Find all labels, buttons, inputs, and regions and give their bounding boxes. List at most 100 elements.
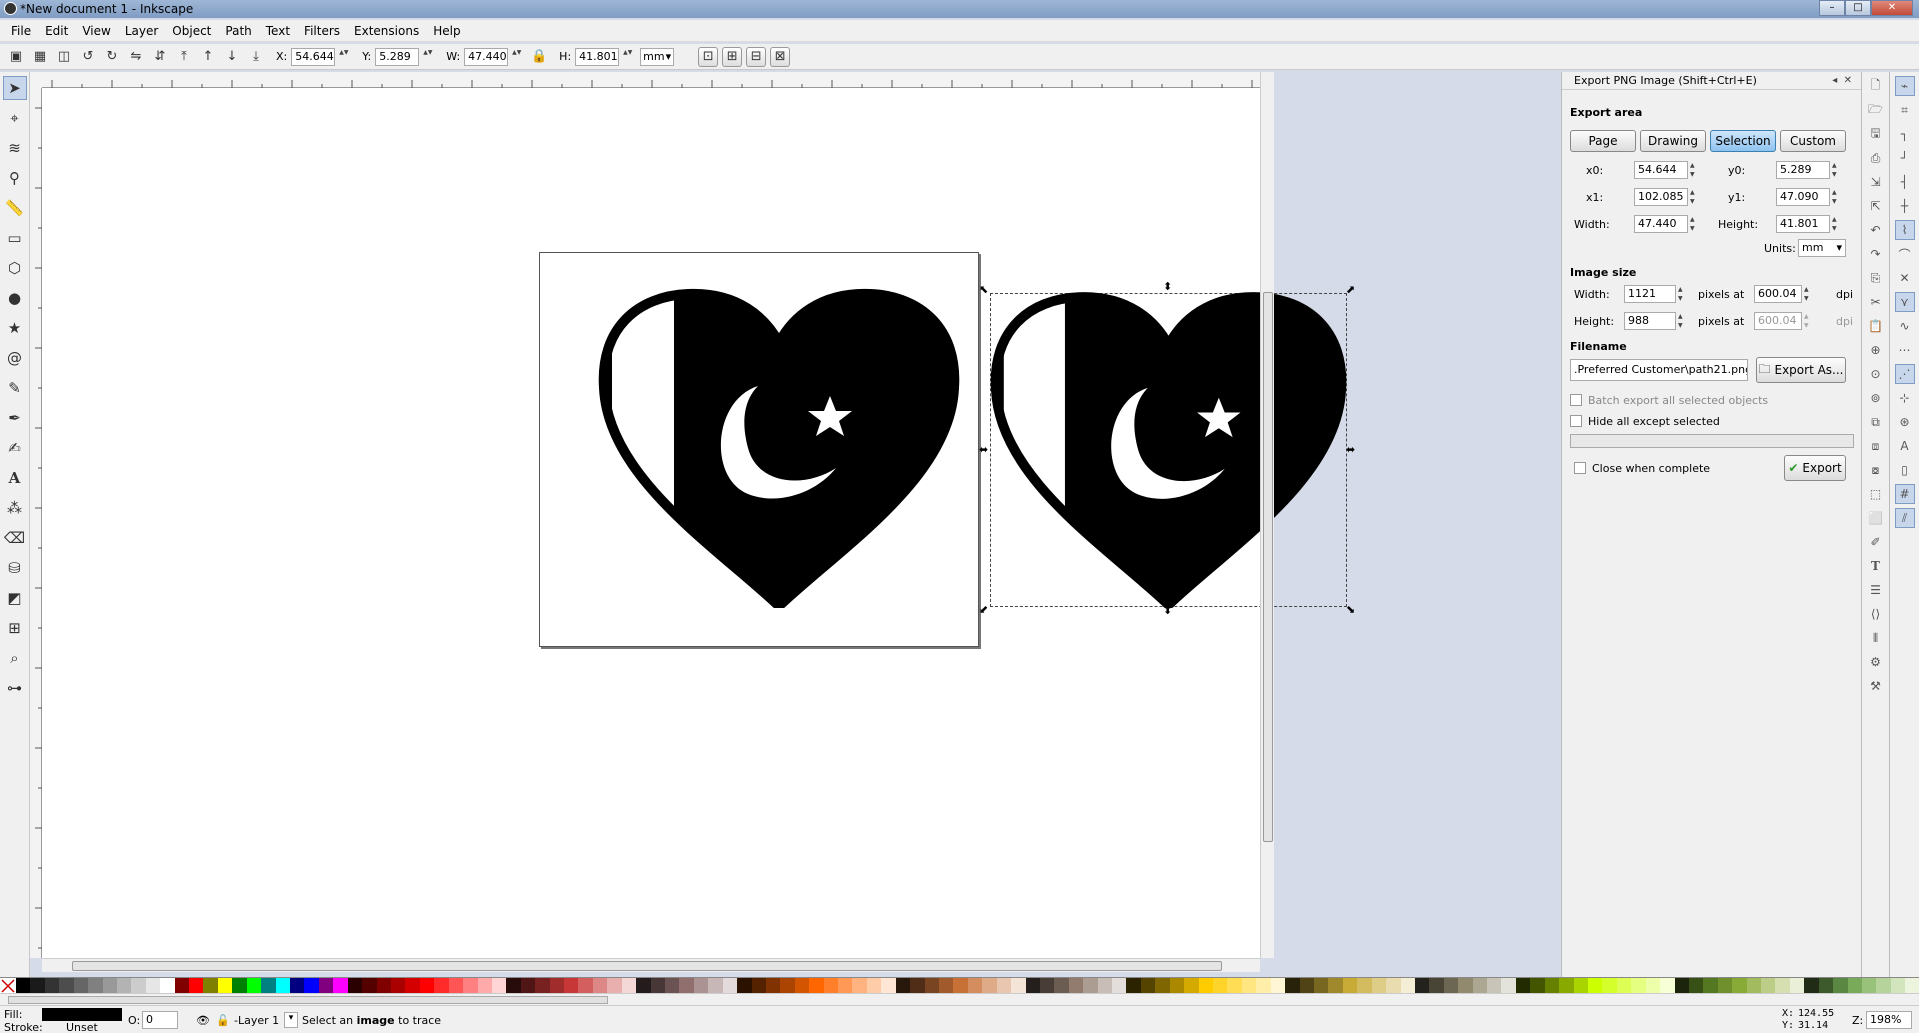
scale-handle-e-icon[interactable]: ⬌ [1346,443,1355,456]
menu-text[interactable]: Text [259,24,297,38]
layer-visibility-icon[interactable]: 👁 [196,1014,210,1027]
calligraphy-tool-icon[interactable]: ✍ [3,436,27,460]
export-icon[interactable]: ⇱ [1866,196,1886,216]
scale-handle-nw-icon[interactable]: ⬉ [979,283,988,296]
paste-icon[interactable]: 📋 [1866,316,1886,336]
snap-bbox-midpoint-icon[interactable]: ┤ [1895,172,1915,192]
save-document-icon[interactable]: 🖫 [1866,124,1886,144]
color-swatch[interactable] [535,978,550,993]
color-swatch[interactable] [1616,978,1632,993]
group-icon[interactable]: ⬚ [1866,484,1886,504]
text-font-icon[interactable]: T [1866,556,1886,576]
rotate-ccw-icon[interactable]: ↺ [78,47,98,67]
zoom-page-icon[interactable]: ⊚ [1866,388,1886,408]
color-swatch[interactable] [506,978,521,993]
lower-to-bottom-icon[interactable]: ⤓ [246,47,266,67]
scale-corners-icon[interactable]: ⊞ [722,46,743,67]
snap-center-icon[interactable]: ⊹ [1895,388,1915,408]
color-swatch[interactable] [765,978,781,993]
color-swatch[interactable] [852,978,867,993]
color-swatch[interactable] [1674,978,1689,993]
color-swatch[interactable] [463,978,478,993]
x0-input[interactable]: 54.644 [1634,161,1688,179]
color-swatch[interactable] [102,978,117,993]
menu-filters[interactable]: Filters [297,24,347,38]
color-swatch[interactable] [145,978,161,993]
color-swatch[interactable] [1573,978,1588,993]
text-tool-icon[interactable]: A [3,466,27,490]
flip-vertical-icon[interactable]: ⇵ [150,47,170,67]
color-swatch[interactable] [30,978,45,993]
color-swatch[interactable] [592,978,608,993]
x-stepper-icon[interactable]: ▲▼ [339,48,348,66]
ellipse-tool-icon[interactable]: ● [3,286,27,310]
menu-help[interactable]: Help [426,24,467,38]
layer-lock-icon[interactable]: 🔓 [216,1014,230,1027]
snap-guide-icon[interactable]: ⫽ [1894,508,1915,528]
y-input[interactable]: 5.289 [375,47,420,66]
scale-handle-se-icon[interactable]: ⬊ [1346,603,1355,616]
color-swatch[interactable] [1804,978,1819,993]
palette-scrollbar[interactable] [0,993,1919,1005]
rectangle-tool-icon[interactable]: ▭ [3,226,27,250]
color-swatch[interactable] [1487,978,1502,993]
color-swatch[interactable] [780,978,795,993]
color-swatch[interactable] [1112,978,1127,993]
node-tool-icon[interactable]: ⌖ [3,106,27,130]
vertical-scrollbar-thumb[interactable] [1263,292,1273,842]
color-swatch[interactable] [1703,978,1718,993]
color-swatch[interactable] [1732,978,1747,993]
connector-tool-icon[interactable]: ⊶ [3,676,27,700]
color-swatch[interactable] [1357,978,1372,993]
color-swatch[interactable] [1083,978,1098,993]
color-swatch[interactable] [88,978,103,993]
current-layer[interactable]: -Layer 1 [234,1014,279,1027]
spray-tool-icon[interactable]: ⁂ [3,496,27,520]
snap-smooth-icon[interactable]: ∿ [1895,316,1915,336]
color-swatch[interactable] [1299,978,1314,993]
close-panel-icon[interactable]: ✕ [1844,75,1852,86]
color-swatch[interactable] [189,978,204,993]
color-swatch[interactable] [448,978,464,993]
spiral-tool-icon[interactable]: @ [3,346,27,370]
eraser-tool-icon[interactable]: ⌫ [3,526,27,550]
color-swatch[interactable] [217,978,233,993]
transform-patterns-icon[interactable]: ⊠ [770,46,791,67]
color-swatch[interactable] [491,978,507,993]
selector-tool-icon[interactable]: ➤ [2,76,27,100]
area-width-stepper-icon[interactable]: ▲ ▼ [1690,215,1698,233]
color-swatch[interactable] [1054,978,1069,993]
filename-input[interactable]: .Preferred Customer\path21.png [1570,359,1748,381]
color-swatch[interactable] [1414,978,1430,993]
color-swatch[interactable] [1890,978,1906,993]
import-icon[interactable]: ⇲ [1866,172,1886,192]
horizontal-scrollbar[interactable] [42,958,1260,972]
menu-path[interactable]: Path [218,24,258,38]
horizontal-scrollbar-thumb[interactable] [72,961,1222,971]
color-swatch[interactable] [1688,978,1704,993]
y-stepper-icon[interactable]: ▲▼ [423,48,432,66]
zoom-input[interactable]: 198% [1866,1011,1912,1029]
opacity-input[interactable]: 0 [142,1011,178,1029]
zoom-tool-icon[interactable]: ⚲ [3,166,27,190]
zoom-drawing-icon[interactable]: ⊙ [1866,364,1886,384]
color-swatch[interactable] [737,978,752,993]
color-swatch[interactable] [866,978,882,993]
pencil-tool-icon[interactable]: ✎ [3,376,27,400]
color-swatch[interactable] [1660,978,1675,993]
transform-gradients-icon[interactable]: ⊟ [746,46,767,67]
color-swatch[interactable] [1862,978,1877,993]
color-swatch[interactable] [405,978,420,993]
tweak-tool-icon[interactable]: ≋ [3,136,27,160]
color-swatch[interactable] [1241,978,1257,993]
color-swatch[interactable] [419,978,435,993]
image-width-input[interactable]: 1121 [1624,285,1676,303]
dpi-x-stepper-icon[interactable]: ▲ ▼ [1804,285,1812,303]
color-swatch[interactable] [1342,978,1358,993]
color-swatch[interactable] [1645,978,1661,993]
color-swatch[interactable] [1515,978,1531,993]
color-swatch[interactable] [650,978,665,993]
export-button[interactable]: ✔ Export [1784,455,1846,481]
print-icon[interactable]: ⎙ [1866,148,1886,168]
color-swatch[interactable] [275,978,291,993]
